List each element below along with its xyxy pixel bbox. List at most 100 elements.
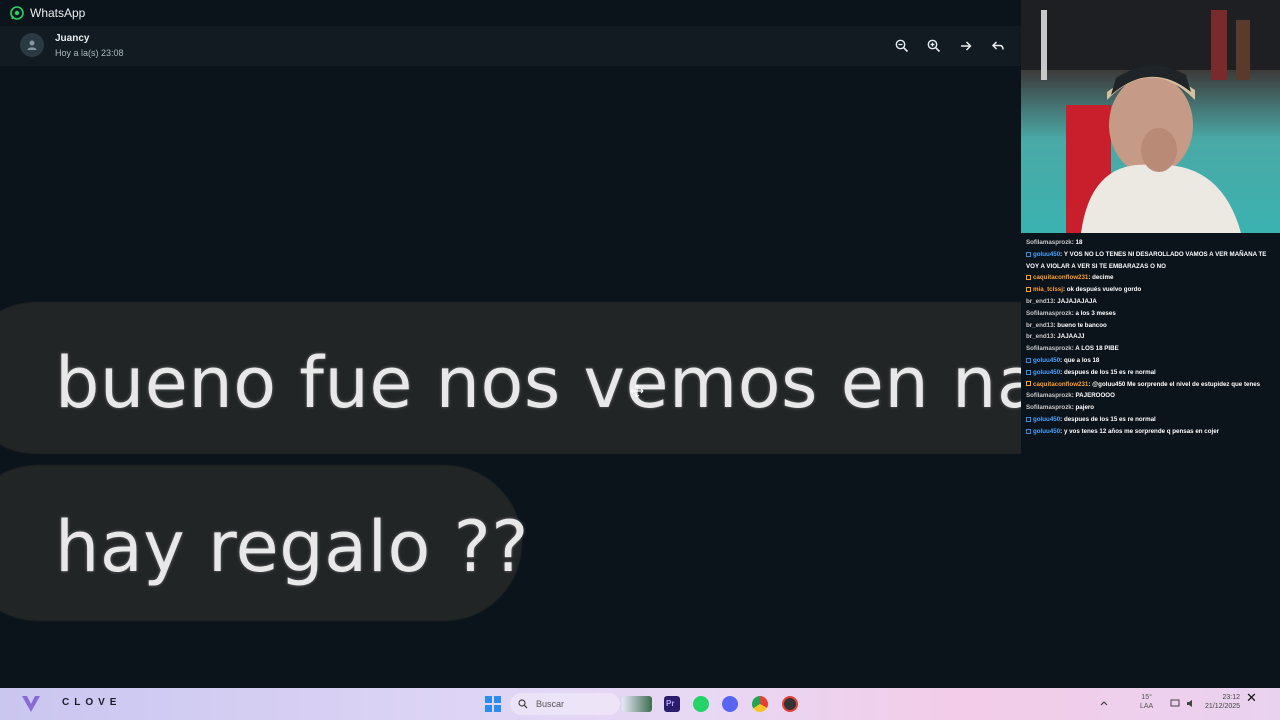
search-icon xyxy=(518,699,528,709)
chat-text: : pajero xyxy=(1071,404,1095,412)
chat-text: : JAJAJAJAJA xyxy=(1053,297,1097,305)
taskbar-search[interactable]: Buscar xyxy=(510,693,620,715)
zoom-out-icon xyxy=(895,39,909,53)
stream-chat: Sofilamasprozk: 18 goluu450: Y VOS NO LO … xyxy=(1021,233,1280,688)
chat-username: goluu450 xyxy=(1033,368,1061,376)
keyboard-layout: LAA xyxy=(1140,703,1154,710)
chat-badge-icon xyxy=(1026,251,1031,257)
chat-badge-icon xyxy=(1026,275,1031,281)
chat-text: : @goluu450 Me sorprende el nivel de est… xyxy=(1088,380,1261,388)
chat-message: Sofilamasprozk: 18 xyxy=(1026,237,1276,249)
whatsapp-logo-icon xyxy=(10,5,24,20)
message-timestamp: Hoy a la(s) 23:08 xyxy=(55,48,124,58)
chevron-up-icon[interactable] xyxy=(1100,700,1108,706)
chat-text: : 18 xyxy=(1071,239,1083,246)
chat-text: : bueno te bancoo xyxy=(1053,321,1107,329)
wallpaper-widget-icon[interactable] xyxy=(622,696,652,712)
zoom-in-icon xyxy=(927,39,941,53)
chat-username: goluu450 xyxy=(1033,356,1061,364)
forward-button[interactable] xyxy=(956,36,976,56)
chat-badge-icon xyxy=(1026,287,1031,293)
chat-message: goluu450: Y VOS NO LO TENES NI DESAROLLA… xyxy=(1026,249,1276,273)
reply-button[interactable] xyxy=(988,36,1008,56)
brand-logo-icon xyxy=(22,696,40,712)
chat-username: caquitaconflow231 xyxy=(1033,380,1089,388)
chat-text: : ok después vuelvo gordo xyxy=(1062,286,1142,294)
chat-message: br_end13: bueno te bancoo xyxy=(1026,320,1276,332)
chat-text: : A LOS 18 PIBE xyxy=(1071,345,1119,353)
chat-text: : a los 3 meses xyxy=(1071,309,1116,317)
taskbar: CLOVE Buscar Pr 15° LAA 23:12 21/12/2025… xyxy=(0,688,1280,720)
chat-message: mia_tclssj: ok después vuelvo gordo xyxy=(1026,284,1276,296)
chat-text: : PAJEROOOO xyxy=(1071,392,1115,400)
chat-badge-icon xyxy=(1026,369,1031,375)
chat-username: Sofilamasprozk xyxy=(1026,239,1072,246)
sender-name: Juancy xyxy=(55,33,90,44)
volume-icon[interactable] xyxy=(1186,699,1196,708)
chat-badge-icon xyxy=(1026,428,1031,434)
chat-text: : despues de los 15 es re normal xyxy=(1060,415,1156,423)
reply-icon xyxy=(991,41,1004,50)
chat-username: br_end13 xyxy=(1026,333,1054,341)
system-clock[interactable]: 23:12 21/12/2025 xyxy=(1205,693,1240,711)
chat-text: : JAJAAJJ xyxy=(1053,333,1085,341)
weather-tray[interactable]: 15° LAA xyxy=(1140,693,1153,711)
discord-app-icon[interactable] xyxy=(722,696,738,712)
webcam-feed xyxy=(1021,0,1280,233)
brand-name: CLOVE xyxy=(62,697,122,708)
zoom-in-button[interactable] xyxy=(924,36,944,56)
close-icon[interactable]: ✕ xyxy=(1246,690,1257,706)
chrome-app-icon[interactable] xyxy=(752,696,768,712)
avatar[interactable] xyxy=(20,33,44,57)
chat-username: Sofilamasprozk xyxy=(1026,392,1072,400)
message-text: bueno fue nos vemos en navid xyxy=(55,342,1021,424)
move-cursor-icon xyxy=(630,384,644,398)
windows-start-icon[interactable] xyxy=(485,696,501,712)
chat-username: Sofilamasprozk xyxy=(1026,404,1072,412)
streamer-image xyxy=(1021,0,1280,233)
chat-message: goluu450: despues de los 15 es re normal xyxy=(1026,414,1276,426)
chat-message: goluu450: despues de los 15 es re normal xyxy=(1026,367,1276,379)
chat-text: : que a los 18 xyxy=(1060,356,1100,364)
whatsapp-window: WhatsApp Juancy Hoy a la(s) 23:08 bueno … xyxy=(0,0,1021,688)
chat-badge-icon xyxy=(1026,357,1031,363)
chat-message: Sofilamasprozk: a los 3 meses xyxy=(1026,308,1276,320)
chat-text: : y vos tenes 12 años me sorprende q pen… xyxy=(1060,427,1220,435)
chat-list: Sofilamasprozk: 18 goluu450: Y VOS NO LO … xyxy=(1026,237,1276,438)
chat-username: goluu450 xyxy=(1033,415,1061,423)
network-icon[interactable] xyxy=(1170,699,1180,708)
chat-message: Sofilamasprozk: A LOS 18 PIBE xyxy=(1026,343,1276,355)
whatsapp-app-icon[interactable] xyxy=(693,696,709,712)
chat-username: goluu450 xyxy=(1033,427,1061,435)
window-titlebar: WhatsApp xyxy=(0,0,1021,25)
chat-message: br_end13: JAJAJAJAJA xyxy=(1026,296,1276,308)
message-text: hay regalo ?? xyxy=(55,506,529,588)
window-title: WhatsApp xyxy=(30,5,86,20)
chat-message: Sofilamasprozk: pajero xyxy=(1026,402,1276,414)
chat-username: goluu450 xyxy=(1033,250,1061,258)
chat-message: caquitaconflow231: @goluu450 Me sorprend… xyxy=(1026,379,1276,391)
chat-message: Sofilamasprozk: PAJEROOOO xyxy=(1026,390,1276,402)
media-image-view[interactable]: bueno fue nos vemos en navid hay regalo … xyxy=(0,66,1021,688)
chat-message: goluu450: y vos tenes 12 años me sorpren… xyxy=(1026,426,1276,438)
chat-message: br_end13: JAJAAJJ xyxy=(1026,331,1276,343)
chat-username: Sofilamasprozk xyxy=(1026,309,1072,317)
chat-username: Sofilamasprozk xyxy=(1026,345,1072,353)
chat-username: mia_tclssj xyxy=(1033,286,1063,294)
chat-username: br_end13 xyxy=(1026,297,1054,305)
chat-message: goluu450: que a los 18 xyxy=(1026,355,1276,367)
premiere-app-icon[interactable]: Pr xyxy=(664,696,680,712)
chat-badge-icon xyxy=(1026,416,1031,422)
search-placeholder: Buscar xyxy=(536,699,565,709)
clock-time: 23:12 xyxy=(1222,694,1241,701)
chat-username: br_end13 xyxy=(1026,321,1054,329)
media-viewer-header: Juancy Hoy a la(s) 23:08 xyxy=(0,26,1021,66)
chat-text: : Y VOS NO LO TENES NI DESAROLLADO VAMOS… xyxy=(1026,250,1267,270)
chat-text: : despues de los 15 es re normal xyxy=(1060,368,1156,376)
obs-app-icon[interactable] xyxy=(782,696,798,712)
clock-date: 21/12/2025 xyxy=(1205,703,1241,710)
chat-message: caquitaconflow231: decime xyxy=(1026,272,1276,284)
chat-badge-icon xyxy=(1026,381,1031,387)
chat-text: : decime xyxy=(1088,274,1114,282)
zoom-out-button[interactable] xyxy=(892,36,912,56)
